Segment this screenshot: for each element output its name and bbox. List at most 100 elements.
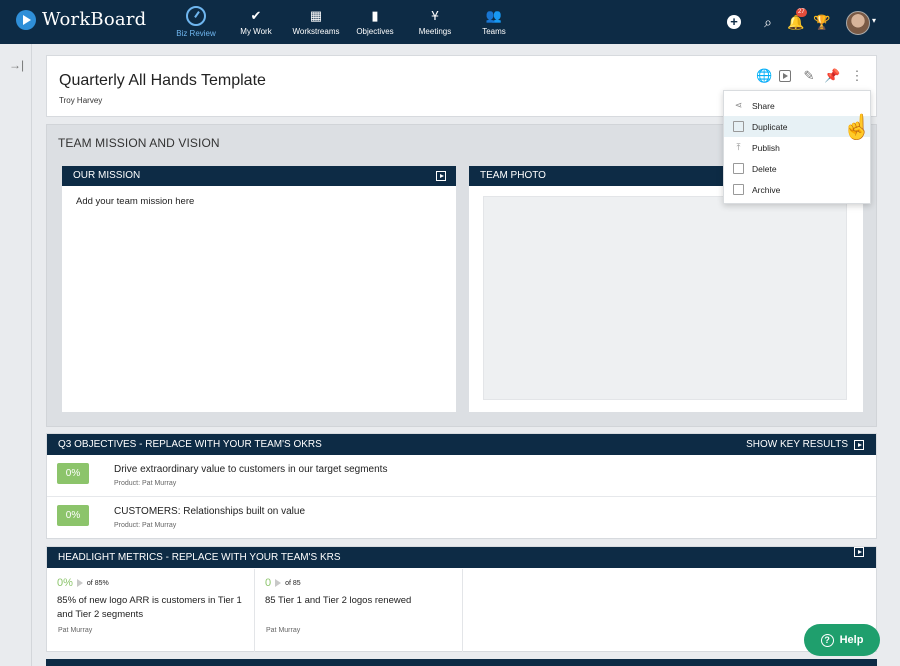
next-section-header — [46, 659, 877, 666]
metric-target: of 85 — [285, 579, 301, 587]
trophy-icon: 🏆 — [813, 14, 831, 30]
menu-item-share[interactable]: ⋖ Share — [724, 95, 870, 116]
nav-teams[interactable]: 👥 Teams — [482, 0, 506, 44]
progress-badge: 0% — [57, 505, 89, 526]
panel-header: OUR MISSION — [62, 166, 456, 186]
objective-name[interactable]: CUSTOMERS: Relationships built on value — [114, 506, 305, 517]
publish-icon: ⤒ — [736, 142, 741, 152]
objectives-section: Q3 OBJECTIVES - REPLACE WITH YOUR TEAM'S… — [46, 433, 877, 539]
notifications-button[interactable]: 🔔 27 — [786, 8, 807, 32]
metric-value: 0 — [265, 577, 272, 589]
add-button[interactable]: + — [724, 12, 744, 32]
present-icon — [854, 439, 864, 450]
show-key-results-link[interactable]: SHOW KEY RESULTS — [746, 434, 864, 455]
nav-my-work[interactable]: ✔ My Work — [237, 0, 275, 44]
menu-item-label: Duplicate — [752, 121, 788, 132]
nav-meetings[interactable]: Ұ Meetings — [417, 0, 453, 44]
menu-item-archive[interactable]: Archive — [724, 179, 870, 200]
metric-description: 85 Tier 1 and Tier 2 logos renewed — [265, 595, 412, 606]
notification-count-badge: 27 — [796, 8, 807, 17]
help-label: Help — [839, 634, 864, 646]
objective-meta: Product: Pat Murray — [114, 480, 177, 487]
hand-cursor-icon: ☝ — [842, 114, 872, 141]
search-button[interactable]: ⌕ — [758, 12, 778, 32]
nav-biz-review[interactable]: Biz Review — [176, 0, 216, 44]
bar-chart-icon: ▮ — [371, 8, 379, 23]
achievements-button[interactable]: 🏆 — [812, 12, 832, 32]
section-title: Q3 OBJECTIVES - REPLACE WITH YOUR TEAM'S… — [58, 439, 322, 450]
metric-owner: Pat Murray — [266, 627, 301, 634]
present-metrics-button[interactable] — [854, 547, 864, 557]
trash-icon — [733, 163, 744, 174]
menu-item-delete[interactable]: Delete — [724, 158, 870, 179]
metric-value: 0% — [57, 577, 73, 589]
arrow-right-icon — [275, 579, 282, 587]
duplicate-icon — [733, 121, 744, 132]
page-owner: Troy Harvey — [59, 96, 103, 105]
play-box-icon — [779, 70, 791, 82]
branch-icon: Ұ — [431, 8, 439, 23]
menu-item-label: Archive — [752, 184, 781, 195]
present-icon — [854, 547, 864, 557]
question-icon: ? — [820, 633, 834, 647]
nav-label: Objectives — [356, 27, 394, 36]
panel-title: OUR MISSION — [73, 170, 141, 181]
present-button[interactable] — [779, 68, 795, 84]
our-mission-panel: OUR MISSION Add your team mission here — [62, 166, 456, 412]
help-button[interactable]: ? Help — [804, 624, 880, 656]
objectives-header: Q3 OBJECTIVES - REPLACE WITH YOUR TEAM'S… — [47, 434, 876, 455]
pin-icon[interactable]: 📌 — [824, 68, 840, 84]
menu-item-label: Share — [752, 100, 775, 111]
menu-item-label: Delete — [752, 163, 777, 174]
mission-text[interactable]: Add your team mission here — [62, 186, 456, 217]
metric-card[interactable]: 0 of 85 85 Tier 1 and Tier 2 logos renew… — [255, 569, 463, 652]
objective-meta: Product: Pat Murray — [114, 522, 177, 529]
gauge-icon — [186, 6, 206, 26]
edit-icon[interactable]: ✎ — [801, 68, 817, 84]
objective-name[interactable]: Drive extraordinary value to customers i… — [114, 464, 387, 475]
chevron-down-icon[interactable]: ▾ — [872, 16, 876, 25]
page-title: Quarterly All Hands Template — [59, 72, 266, 89]
nav-workstreams[interactable]: ▦ Workstreams — [292, 0, 340, 44]
top-nav-bar: WorkBoard Biz Review ✔ My Work ▦ Workstr… — [0, 0, 900, 44]
nav-label: Teams — [482, 27, 506, 36]
arrow-right-icon — [76, 579, 83, 587]
search-icon: ⌕ — [764, 14, 772, 30]
section-title: HEADLIGHT METRICS - REPLACE WITH YOUR TE… — [58, 552, 341, 563]
app-name: WorkBoard — [42, 9, 147, 30]
present-icon[interactable] — [436, 171, 446, 181]
metric-description: 85% of new logo ARR is customers in Tier… — [57, 595, 242, 620]
headlight-metrics-section: HEADLIGHT METRICS - REPLACE WITH YOUR TE… — [46, 546, 877, 652]
share-icon: ⋖ — [734, 100, 743, 110]
nav-label: Biz Review — [176, 29, 216, 38]
nav-label: My Work — [240, 27, 272, 36]
workboard-logo-icon — [16, 9, 36, 30]
show-key-results-label: SHOW KEY RESULTS — [746, 439, 848, 450]
team-photo-placeholder[interactable] — [483, 196, 847, 400]
left-rail: →| — [0, 44, 32, 666]
user-avatar[interactable] — [846, 11, 870, 35]
nav-label: Meetings — [418, 27, 452, 36]
grid-icon: ▦ — [309, 8, 323, 23]
section-title: TEAM MISSION AND VISION — [58, 136, 220, 150]
workboard-logo[interactable]: WorkBoard — [16, 9, 146, 30]
expand-sidebar-icon[interactable]: →| — [9, 58, 24, 72]
progress-badge: 0% — [57, 463, 89, 484]
metric-target: of 85% — [86, 579, 109, 587]
nav-label: Workstreams — [292, 27, 340, 36]
nav-objectives[interactable]: ▮ Objectives — [355, 0, 395, 44]
metric-owner: Pat Murray — [58, 627, 93, 634]
menu-item-label: Publish — [752, 142, 780, 153]
archive-icon — [733, 184, 744, 195]
checkmark-icon: ✔ — [250, 8, 262, 23]
metric-card[interactable]: 0% of 85% 85% of new logo ARR is custome… — [47, 569, 255, 652]
more-options-icon[interactable]: ⋮ — [849, 68, 865, 84]
more-options-menu: ⋖ Share Duplicate ⤒ Publish Delete Archi… — [723, 90, 871, 204]
people-icon: 👥 — [485, 8, 503, 23]
panel-title: TEAM PHOTO — [480, 170, 546, 181]
objective-row[interactable]: 0% CUSTOMERS: Relationships built on val… — [47, 497, 876, 539]
metrics-header: HEADLIGHT METRICS - REPLACE WITH YOUR TE… — [47, 547, 876, 568]
objective-row[interactable]: 0% Drive extraordinary value to customer… — [47, 455, 876, 497]
plus-icon: + — [727, 15, 741, 29]
globe-icon[interactable]: 🌐 — [756, 68, 772, 84]
